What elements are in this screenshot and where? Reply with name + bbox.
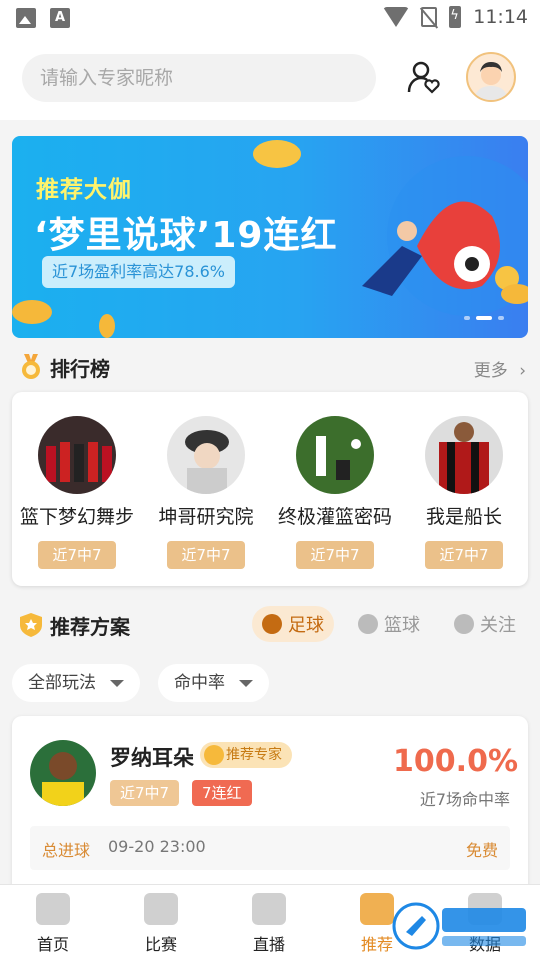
streak-pill: 7连红 [192,780,252,806]
no-sim-icon [421,7,438,27]
plan-price: 免费 [465,841,498,860]
hit-rate-dropdown[interactable]: 命中率 [158,664,269,702]
hit-rate-value: 100.0% [393,744,518,779]
header: 请输入专家昵称 [0,36,540,120]
expert-avatar [38,416,116,494]
plan-match-row[interactable]: 总进球 09-20 23:00 免费 [30,826,510,870]
ranking-header: 排行榜 [20,350,110,384]
recommend-header: 推荐方案 [20,608,130,642]
expert-avatar [296,416,374,494]
tv-icon [252,893,286,925]
status-time: 11:14 [473,6,528,28]
site-watermark-logo [392,902,526,950]
search-input[interactable]: 请输入专家昵称 [22,54,376,102]
expert-avatar [167,416,245,494]
basketball-icon [358,614,378,634]
sport-tabs: 足球 篮球 关注 [252,606,526,642]
expert-record-tag: 近7中7 [38,541,116,569]
recommend-title: 推荐方案 [50,614,130,639]
expert-name: 坤哥研究院 [158,506,254,528]
medal-icon [22,354,40,379]
ranking-expert[interactable]: 我是船长 近7中7 [399,416,529,569]
follow-user-icon[interactable] [406,60,442,96]
battery-charging-icon [449,6,462,28]
ranking-expert[interactable]: 终极灌篮密码 近7中7 [270,416,400,569]
expert-name: 罗纳耳朵 [110,746,194,770]
banner-stat-pill: 近7场盈利率高达78.6% [42,256,236,288]
carousel-dot-active [476,316,492,320]
record-pill: 近7中7 [110,780,180,806]
expert-avatar [30,740,96,806]
home-icon [36,893,70,925]
heart-icon [454,614,474,634]
play-type-dropdown[interactable]: 全部玩法 [12,664,140,702]
ranking-more-link[interactable]: 更多 › [474,356,526,381]
banner-subtitle: 推荐大伽 [36,177,132,203]
nav-home[interactable]: 首页 [8,893,98,955]
expert-name: 篮下梦幻舞步 [19,506,134,528]
carousel-dot [498,316,504,320]
football-icon [262,614,282,634]
promo-banner[interactable]: 推荐大伽 ‘梦里说球’19连红 近7场盈利率高达78.6% [12,136,528,338]
caret-down-icon [110,679,124,687]
expert-record-tag: 近7中7 [167,541,245,569]
trophy-icon [144,893,178,925]
banner-title: ‘梦里说球’19连红 [34,215,338,256]
expert-name: 我是船长 [425,506,502,528]
carousel-dot [464,316,470,320]
expert-record-tag: 近7中7 [296,541,374,569]
chevron-right-icon: › [519,361,526,381]
wifi-icon [383,7,410,27]
recommended-expert-badge: 推荐专家 [200,742,292,768]
tab-follow[interactable]: 关注 [444,606,526,642]
hit-rate-label: 近7场命中率 [419,790,510,809]
recommend-icon [360,893,394,925]
caret-down-icon [239,679,253,687]
profile-avatar[interactable] [466,52,516,102]
text-notification-icon: A [50,8,70,28]
ranking-card: 篮下梦幻舞步 近7中7 坤哥研究院 近7中7 终极灌篮密码 近7中7 我是船长 … [12,392,528,586]
ranking-expert[interactable]: 篮下梦幻舞步 近7中7 [12,416,142,569]
plan-category: 总进球 [42,841,91,860]
carousel-indicator [464,316,504,320]
ranking-expert[interactable]: 坤哥研究院 近7中7 [141,416,271,569]
gallery-notification-icon [16,8,36,28]
nav-matches[interactable]: 比赛 [116,893,206,955]
status-bar: A 11:14 [0,0,540,36]
tab-basketball[interactable]: 篮球 [348,606,430,642]
expert-record-tag: 近7中7 [425,541,503,569]
expert-name: 终极灌篮密码 [277,506,392,528]
tab-football[interactable]: 足球 [252,606,334,642]
expert-avatar [425,416,503,494]
shield-star-icon [20,613,42,637]
match-datetime: 09-20 23:00 [108,837,206,856]
ranking-title: 排行榜 [50,356,110,381]
nav-live[interactable]: 直播 [224,893,314,955]
